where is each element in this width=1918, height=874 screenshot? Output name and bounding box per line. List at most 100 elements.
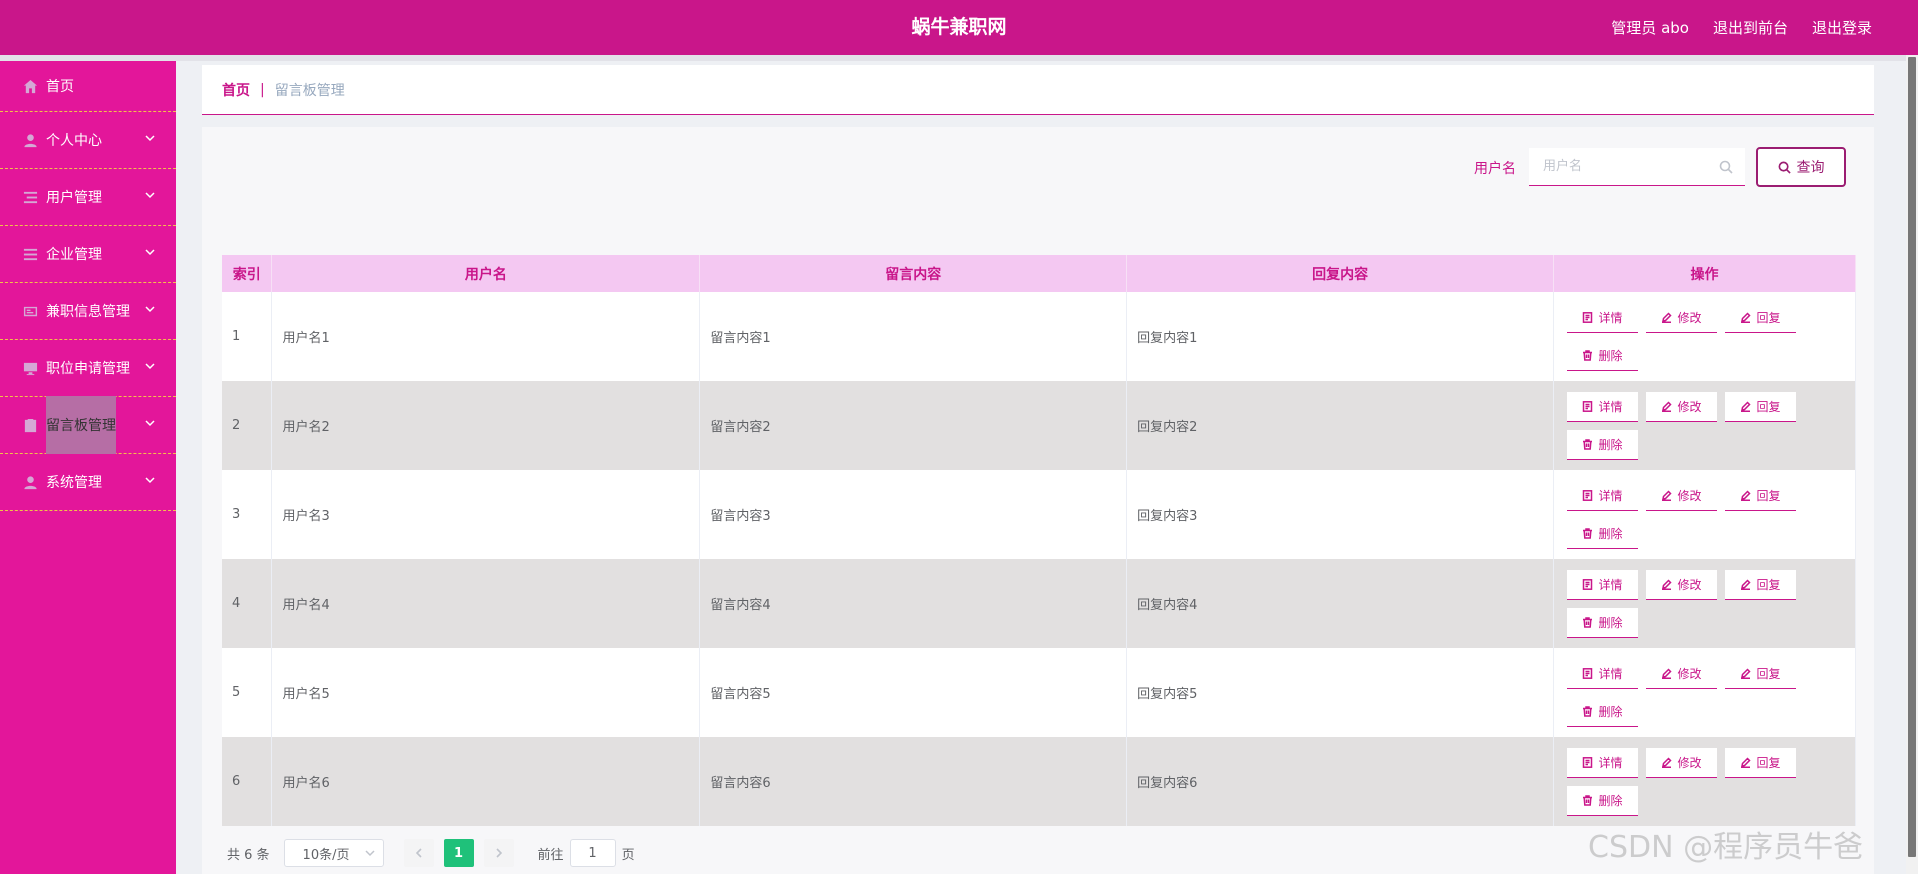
reply-button[interactable]: 回复 bbox=[1725, 480, 1796, 511]
chevron-down-icon bbox=[144, 474, 156, 486]
document-icon bbox=[1582, 400, 1593, 412]
query-button[interactable]: 查询 bbox=[1756, 147, 1846, 187]
search-label: 用户名 bbox=[1474, 161, 1516, 177]
cell-message: 留言内容1 bbox=[699, 292, 1128, 381]
table-header-row: 索引 用户名 留言内容 回复内容 操作 bbox=[222, 255, 1856, 292]
logout-link[interactable]: 退出登录 bbox=[1812, 17, 1872, 38]
edit-button[interactable]: 修改 bbox=[1646, 658, 1717, 689]
delete-button[interactable]: 删除 bbox=[1567, 785, 1638, 816]
trash-icon bbox=[1582, 438, 1593, 450]
edit-icon bbox=[1740, 311, 1752, 323]
table-row: 5 用户名5 留言内容5 回复内容5 详情 修改 回复 删除 bbox=[222, 648, 1856, 737]
edit-icon bbox=[1740, 667, 1752, 679]
reply-button[interactable]: 回复 bbox=[1725, 569, 1796, 600]
reply-button[interactable]: 回复 bbox=[1725, 658, 1796, 689]
next-page-button[interactable] bbox=[483, 839, 514, 867]
cell-reply: 回复内容2 bbox=[1126, 381, 1554, 470]
csdn-watermark: CSDN @程序员牛爸 bbox=[1588, 830, 1864, 865]
goto-page-input[interactable] bbox=[569, 839, 616, 867]
sidebar-item-label: 用户管理 bbox=[46, 190, 102, 206]
edit-button-label: 修改 bbox=[1677, 755, 1702, 770]
back-to-front-link[interactable]: 退出到前台 bbox=[1713, 17, 1788, 38]
detail-button[interactable]: 详情 bbox=[1567, 747, 1638, 778]
scrollbar-thumb[interactable] bbox=[1908, 57, 1916, 857]
delete-button[interactable]: 删除 bbox=[1567, 696, 1638, 727]
edit-icon bbox=[1740, 756, 1752, 768]
detail-button-label: 详情 bbox=[1598, 577, 1623, 592]
sidebar-item-home[interactable]: 首页 bbox=[0, 61, 176, 112]
reply-button[interactable]: 回复 bbox=[1725, 747, 1796, 778]
cell-username: 用户名6 bbox=[271, 737, 701, 826]
cell-index: 6 bbox=[222, 737, 273, 826]
chevron-down-icon bbox=[365, 850, 375, 857]
header-reply: 回复内容 bbox=[1126, 255, 1554, 292]
delete-button[interactable]: 删除 bbox=[1567, 429, 1638, 460]
page-number-current[interactable]: 1 bbox=[443, 839, 474, 867]
pagination: 共 6 条 10条/页 1 前往 页 bbox=[227, 839, 635, 867]
username-search-input[interactable] bbox=[1529, 148, 1709, 184]
reply-button-label: 回复 bbox=[1756, 399, 1781, 414]
document-icon bbox=[1582, 311, 1593, 323]
header-actions: 操作 bbox=[1553, 255, 1856, 292]
detail-button[interactable]: 详情 bbox=[1567, 391, 1638, 422]
prev-page-button[interactable] bbox=[403, 839, 434, 867]
cell-username: 用户名5 bbox=[271, 648, 701, 737]
edit-icon bbox=[1661, 756, 1673, 768]
edit-icon bbox=[1661, 489, 1673, 501]
edit-button[interactable]: 修改 bbox=[1646, 747, 1717, 778]
edit-button[interactable]: 修改 bbox=[1646, 569, 1717, 600]
sidebar-item-system-management[interactable]: 系统管理 bbox=[0, 454, 176, 511]
trash-icon bbox=[1582, 349, 1593, 361]
sidebar-item-message-board[interactable]: 留言板管理 bbox=[0, 396, 176, 454]
reply-button[interactable]: 回复 bbox=[1725, 302, 1796, 333]
delete-button[interactable]: 删除 bbox=[1567, 340, 1638, 371]
delete-button[interactable]: 删除 bbox=[1567, 607, 1638, 638]
sidebar-item-label: 留言板管理 bbox=[46, 396, 116, 454]
reply-button-label: 回复 bbox=[1756, 755, 1781, 770]
header-actions: 管理员 abo 退出到前台 退出登录 bbox=[1611, 0, 1872, 55]
edit-icon bbox=[1740, 400, 1752, 412]
reply-button[interactable]: 回复 bbox=[1725, 391, 1796, 422]
cell-username: 用户名3 bbox=[271, 470, 701, 559]
sidebar-item-parttime-management[interactable]: 兼职信息管理 bbox=[0, 283, 176, 340]
breadcrumb: 首页 | 留言板管理 bbox=[202, 65, 1874, 115]
edit-button[interactable]: 修改 bbox=[1646, 480, 1717, 511]
reply-button-label: 回复 bbox=[1756, 666, 1781, 681]
trash-icon bbox=[1582, 616, 1593, 628]
detail-button-label: 详情 bbox=[1598, 488, 1623, 503]
sidebar-item-application-management[interactable]: 职位申请管理 bbox=[0, 340, 176, 397]
sidebar-item-user-management[interactable]: 用户管理 bbox=[0, 169, 176, 226]
sidebar-item-label: 企业管理 bbox=[46, 247, 102, 263]
table-row: 6 用户名6 留言内容6 回复内容6 详情 修改 回复 删除 bbox=[222, 737, 1856, 826]
reply-button-label: 回复 bbox=[1756, 310, 1781, 325]
sidebar-item-enterprise-management[interactable]: 企业管理 bbox=[0, 226, 176, 283]
delete-button-label: 删除 bbox=[1598, 704, 1623, 719]
edit-button[interactable]: 修改 bbox=[1646, 391, 1717, 422]
pagination-total: 共 6 条 bbox=[227, 847, 270, 863]
vertical-scrollbar[interactable] bbox=[1906, 55, 1918, 874]
cell-username: 用户名4 bbox=[271, 559, 701, 648]
breadcrumb-home[interactable]: 首页 bbox=[222, 80, 250, 100]
row-actions: 详情 修改 回复删除 bbox=[1564, 569, 1804, 638]
table-row: 1 用户名1 留言内容1 回复内容1 详情 修改 回复 删除 bbox=[222, 292, 1856, 381]
detail-button[interactable]: 详情 bbox=[1567, 569, 1638, 600]
row-actions: 详情 修改 回复删除 bbox=[1564, 391, 1804, 460]
cell-reply: 回复内容3 bbox=[1126, 470, 1554, 559]
delete-button[interactable]: 删除 bbox=[1567, 518, 1638, 549]
page-unit-label: 页 bbox=[621, 847, 635, 863]
page-size-select[interactable]: 10条/页 bbox=[283, 839, 384, 867]
header-username: 用户名 bbox=[271, 255, 701, 292]
cell-message: 留言内容2 bbox=[699, 381, 1128, 470]
cell-username: 用户名1 bbox=[271, 292, 701, 381]
sidebar-item-personal-center[interactable]: 个人中心 bbox=[0, 112, 176, 169]
chevron-down-icon bbox=[144, 360, 156, 372]
detail-button[interactable]: 详情 bbox=[1567, 480, 1638, 511]
header-divider bbox=[0, 55, 1918, 61]
edit-icon bbox=[1661, 311, 1673, 323]
detail-button[interactable]: 详情 bbox=[1567, 302, 1638, 333]
edit-button[interactable]: 修改 bbox=[1646, 302, 1717, 333]
edit-icon bbox=[1661, 667, 1673, 679]
table-row: 2 用户名2 留言内容2 回复内容2 详情 修改 回复 删除 bbox=[222, 381, 1856, 470]
cell-actions: 详情 修改 回复删除 bbox=[1553, 559, 1856, 648]
detail-button[interactable]: 详情 bbox=[1567, 658, 1638, 689]
